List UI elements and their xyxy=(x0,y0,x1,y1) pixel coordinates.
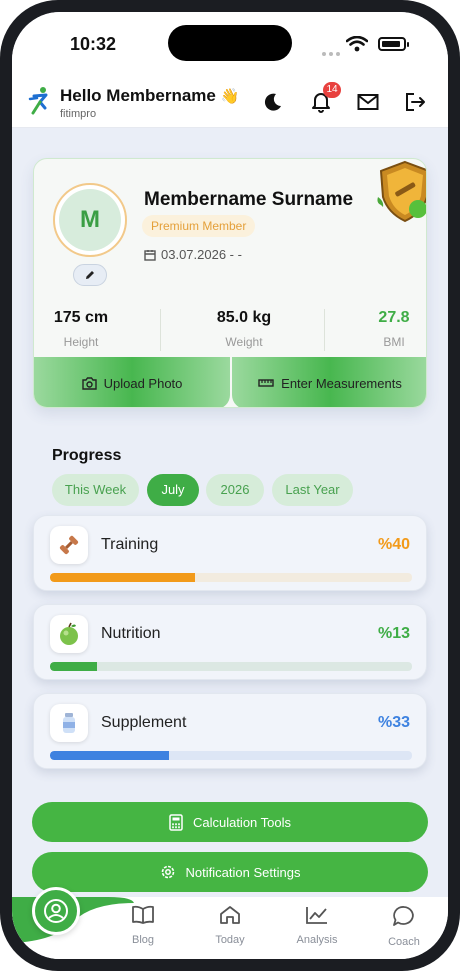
tab-today-label: Today xyxy=(215,934,245,946)
greeting-label: Hello Membername xyxy=(60,86,216,105)
filter-chip-2026[interactable]: 2026 xyxy=(206,474,264,506)
profile-actions: Upload Photo Enter Measurements xyxy=(34,357,426,407)
tab-coach[interactable]: Coach xyxy=(374,905,434,948)
stat-bmi-value: 27.8 xyxy=(378,309,410,326)
app-header: Hello Membername 👋 fitimpro 14 xyxy=(12,78,448,128)
mail-icon xyxy=(357,94,379,110)
progress-track xyxy=(50,751,412,760)
tab-today[interactable]: Today xyxy=(200,905,260,946)
calculator-icon xyxy=(169,813,183,831)
body-stats: 175 cm Height 85.0 kg Weight 27.8 BMI xyxy=(34,309,426,353)
greeting-text: Hello Membername 👋 xyxy=(60,86,239,106)
stat-divider xyxy=(160,309,161,351)
phone-frame: 10:32 Hello Membername 👋 fitimpro 14 M M… xyxy=(0,0,460,971)
progress-card-nutrition[interactable]: Nutrition %13 xyxy=(33,604,427,680)
moon-icon xyxy=(264,93,281,111)
avatar-ring: M xyxy=(53,183,127,257)
wifi-icon xyxy=(346,36,368,52)
chat-bubble-icon xyxy=(393,906,414,926)
stat-divider xyxy=(324,309,325,351)
tab-coach-label: Coach xyxy=(388,936,420,948)
calculation-tools-button[interactable]: Calculation Tools xyxy=(32,802,428,842)
home-icon xyxy=(220,906,240,924)
pencil-icon xyxy=(86,271,94,279)
dynamic-island xyxy=(168,25,292,61)
profile-home-button[interactable] xyxy=(32,887,80,935)
edit-profile-button[interactable] xyxy=(73,264,107,286)
stat-weight-label: Weight xyxy=(225,335,263,349)
notification-settings-button[interactable]: Notification Settings xyxy=(32,852,428,892)
notification-settings-label: Notification Settings xyxy=(185,864,301,880)
calculation-tools-label: Calculation Tools xyxy=(192,814,292,830)
progress-fill xyxy=(50,662,98,671)
tab-analysis[interactable]: Analysis xyxy=(287,905,347,946)
user-circle-icon xyxy=(44,899,68,923)
profile-card: M Membername Surname Premium Member 03.0… xyxy=(33,158,427,408)
tab-blog[interactable]: Blog xyxy=(113,905,173,946)
supplement-bottle-icon xyxy=(50,704,88,742)
notification-count-badge: 14 xyxy=(323,82,341,98)
enter-measurements-label: Enter Measurements xyxy=(281,375,402,391)
progress-name: Training xyxy=(101,536,159,553)
calendar-icon xyxy=(144,249,156,261)
shield-badge-icon xyxy=(377,160,426,223)
dumbbell-icon xyxy=(50,526,88,564)
logout-button[interactable] xyxy=(402,88,430,116)
enter-measurements-button[interactable]: Enter Measurements xyxy=(232,357,426,407)
progress-track xyxy=(50,573,412,582)
filter-chip-july[interactable]: July xyxy=(147,474,199,506)
logout-icon xyxy=(406,93,425,111)
progress-percent: %40 xyxy=(377,536,410,553)
upload-photo-label: Upload Photo xyxy=(103,375,183,391)
progress-title: Progress xyxy=(52,447,122,464)
membership-dates: 03.07.2026 - - xyxy=(144,247,242,262)
progress-fill xyxy=(50,751,170,760)
brand-name: fitimpro xyxy=(60,108,97,120)
battery-icon xyxy=(378,37,409,51)
tab-blog-label: Blog xyxy=(131,934,155,946)
filter-chip-this-week[interactable]: This Week xyxy=(52,474,139,506)
chart-icon xyxy=(306,907,327,924)
premium-badge: Premium Member xyxy=(142,215,256,237)
book-icon xyxy=(132,905,154,924)
ruler-icon xyxy=(258,379,274,387)
progress-card-supplement[interactable]: Supplement %33 xyxy=(33,693,427,769)
stat-height-label: Height xyxy=(63,335,99,349)
stat-height: 175 cm Height xyxy=(46,309,116,349)
apple-icon xyxy=(50,615,88,653)
stat-weight-value: 85.0 kg xyxy=(216,309,272,326)
gear-icon xyxy=(161,865,174,879)
membership-date-text: 03.07.2026 - - xyxy=(161,247,242,262)
stat-height-value: 175 cm xyxy=(53,309,109,326)
notifications-button[interactable]: 14 xyxy=(307,82,341,116)
progress-percent: %33 xyxy=(377,714,410,731)
upload-photo-button[interactable]: Upload Photo xyxy=(34,357,230,407)
progress-name: Nutrition xyxy=(101,625,161,642)
wave-emoji-icon: 👋 xyxy=(220,88,240,105)
stat-bmi-label: BMI xyxy=(383,335,405,349)
fitimpro-logo-icon xyxy=(28,87,48,115)
app-screen: 10:32 Hello Membername 👋 fitimpro 14 M M… xyxy=(12,12,448,959)
member-name: Membername Surname xyxy=(144,189,354,210)
stat-bmi: 27.8 BMI xyxy=(364,309,424,349)
stat-weight: 85.0 kg Weight xyxy=(194,309,294,349)
progress-percent: %13 xyxy=(377,625,410,642)
filter-chip-last-year[interactable]: Last Year xyxy=(272,474,353,506)
messages-button[interactable] xyxy=(354,88,382,116)
progress-track xyxy=(50,662,412,671)
progress-card-training[interactable]: Training %40 xyxy=(33,515,427,591)
camera-icon xyxy=(81,376,97,390)
avatar[interactable]: M xyxy=(59,189,121,251)
status-bar: 10:32 xyxy=(12,12,448,78)
status-time: 10:32 xyxy=(70,34,117,54)
dark-mode-toggle[interactable] xyxy=(259,88,287,116)
progress-name: Supplement xyxy=(101,714,187,731)
tab-analysis-label: Analysis xyxy=(296,934,338,946)
signal-icon xyxy=(322,43,343,61)
progress-fill xyxy=(50,573,195,582)
